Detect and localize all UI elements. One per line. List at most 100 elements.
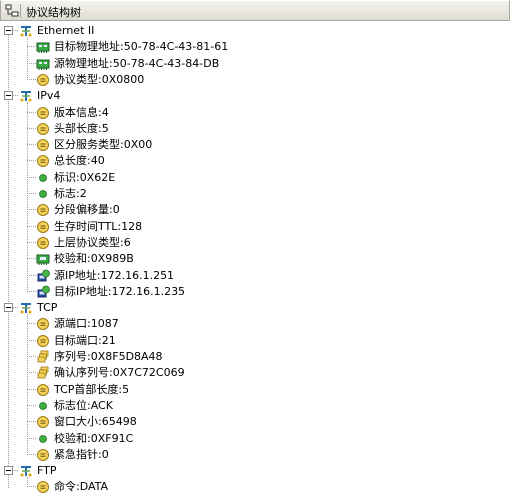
field-icon <box>36 448 50 462</box>
protocol-node-icon <box>19 464 33 478</box>
field-icon <box>36 480 50 494</box>
tree-leaf[interactable]: 上层协议类型:6 <box>0 235 512 251</box>
tree-connector <box>27 437 36 439</box>
tree-connector <box>13 95 18 97</box>
tree-leaf[interactable]: 源IP地址:172.16.1.251 <box>0 268 512 284</box>
ip-address-icon <box>36 285 50 299</box>
tree-leaf-label: 头部长度:5 <box>54 121 109 135</box>
tree-connector <box>27 193 36 194</box>
tree-node-label: IPv4 <box>37 89 61 103</box>
tree-leaf[interactable]: 确认序列号:0X7C72C069 <box>0 365 512 381</box>
tree-connector <box>27 258 36 260</box>
collapse-toggle-icon[interactable] <box>4 91 13 101</box>
tree-connector <box>27 225 36 227</box>
tree-leaf[interactable]: 总长度:40 <box>0 153 512 169</box>
tree-node-tcp[interactable]: TCP <box>0 300 512 316</box>
tree-connector <box>27 421 36 423</box>
tree-connector <box>27 62 36 64</box>
field-icon <box>36 73 50 87</box>
tree-leaf-label: 校验和:0X989B <box>54 252 134 266</box>
tree-leaf-label: 分段偏移量:0 <box>54 203 120 217</box>
tree-connector <box>27 209 36 211</box>
mac-address-icon <box>36 40 50 54</box>
flag-dot-icon <box>36 171 50 185</box>
collapse-toggle-icon[interactable] <box>4 303 13 313</box>
tree-leaf-label: 上层协议类型:6 <box>54 235 131 249</box>
tree-leaf-label: 目标物理地址:50-78-4C-43-81-61 <box>54 40 229 54</box>
field-icon <box>36 383 50 397</box>
tree-leaf-label: 标志位:ACK <box>54 398 113 412</box>
field-icon <box>36 236 50 250</box>
field-icon <box>36 334 50 348</box>
tree-leaf-label: 目标IP地址:172.16.1.235 <box>54 284 186 298</box>
tree-connector <box>27 102 28 292</box>
field-icon <box>36 317 50 331</box>
field-icon <box>36 138 50 152</box>
tree-leaf-label: 窗口大小:65498 <box>54 415 137 429</box>
sequence-icon <box>36 350 50 364</box>
tree-leaf[interactable]: 目标端口:21 <box>0 333 512 349</box>
tree-leaf[interactable]: 标识:0X62E <box>0 170 512 186</box>
field-icon <box>36 220 50 234</box>
tree-connector <box>27 111 36 113</box>
tree-leaf[interactable]: 目标物理地址:50-78-4C-43-81-61 <box>0 39 512 55</box>
tree-leaf-label: 命令:DATA <box>54 480 109 494</box>
tree-leaf[interactable]: TCP首部长度:5 <box>0 382 512 398</box>
tree-connector <box>27 356 36 357</box>
mac-address-icon <box>36 57 50 71</box>
tree-node-ftp[interactable]: FTP <box>0 463 512 479</box>
tree-connector <box>27 241 36 243</box>
tree-connector <box>13 30 18 31</box>
tree-leaf[interactable]: 校验和:0X989B <box>0 251 512 267</box>
field-icon <box>36 154 50 168</box>
tree-node-label: Ethernet II <box>37 24 95 37</box>
tree-leaf-label: 总长度:40 <box>54 154 105 168</box>
flag-dot-icon <box>36 432 50 446</box>
tree-leaf[interactable]: 校验和:0XF91C <box>0 431 512 447</box>
tree-connector <box>27 127 36 129</box>
tree-leaf[interactable]: 版本信息:4 <box>0 105 512 121</box>
tree-connector <box>27 144 36 146</box>
panel-header: 协议结构树 <box>0 0 510 21</box>
tree-leaf-label: 源端口:1087 <box>54 317 119 331</box>
tree-leaf[interactable]: 命令:DATA <box>0 479 512 495</box>
tree-connector <box>13 307 18 309</box>
field-icon <box>36 106 50 120</box>
tree-leaf[interactable]: 标志:2 <box>0 186 512 202</box>
tree-leaf[interactable]: 分段偏移量:0 <box>0 202 512 218</box>
tree-leaf[interactable]: 紧急指针:0 <box>0 447 512 463</box>
tree-leaf[interactable]: 源端口:1087 <box>0 316 512 332</box>
tree-leaf-label: 标识:0X62E <box>54 170 116 184</box>
ip-address-icon <box>36 269 50 283</box>
tree-leaf-label: 确认序列号:0X7C72C069 <box>54 366 185 380</box>
tree-leaf-label: 标志:2 <box>54 187 87 200</box>
tree-node-ipv4[interactable]: IPv4 <box>0 88 512 104</box>
protocol-tree[interactable]: Ethernet II 目标物理地址:50-78-4C-43-81-61 源物理地址… <box>0 22 512 494</box>
tree-leaf-label: 源IP地址:172.16.1.251 <box>54 268 175 282</box>
tree-connector <box>27 78 36 80</box>
tree-leaf[interactable]: 序列号:0X8F5D8A48 <box>0 349 512 365</box>
tree-leaf[interactable]: 生存时间TTL:128 <box>0 219 512 235</box>
tree-node-label: FTP <box>37 464 57 478</box>
tree-connector <box>27 323 36 325</box>
tree-leaf[interactable]: 源物理地址:50-78-4C-43-84-DB <box>0 56 512 72</box>
tree-connector <box>27 37 28 80</box>
collapse-toggle-icon[interactable] <box>4 26 13 35</box>
tree-leaf-label: 目标端口:21 <box>54 333 116 347</box>
tree-leaf-label: 源物理地址:50-78-4C-43-84-DB <box>54 56 220 70</box>
tree-leaf[interactable]: 目标IP地址:172.16.1.235 <box>0 284 512 300</box>
checksum-icon <box>36 252 50 266</box>
tree-leaf[interactable]: 区分服务类型:0X00 <box>0 137 512 153</box>
field-icon <box>36 203 50 217</box>
tree-node-ethernet-ii[interactable]: Ethernet II <box>0 23 512 39</box>
tree-leaf[interactable]: 协议类型:0X0800 <box>0 72 512 88</box>
tree-structure-icon <box>5 4 19 17</box>
tree-leaf[interactable]: 窗口大小:65498 <box>0 414 512 430</box>
sequence-icon <box>36 366 50 380</box>
tree-leaf[interactable]: 头部长度:5 <box>0 121 512 137</box>
tree-leaf[interactable]: 标志位:ACK <box>0 398 512 414</box>
tree-leaf-label: 紧急指针:0 <box>54 447 109 461</box>
collapse-toggle-icon[interactable] <box>4 466 13 476</box>
protocol-node-icon <box>19 301 33 315</box>
tree-connector <box>27 486 36 488</box>
